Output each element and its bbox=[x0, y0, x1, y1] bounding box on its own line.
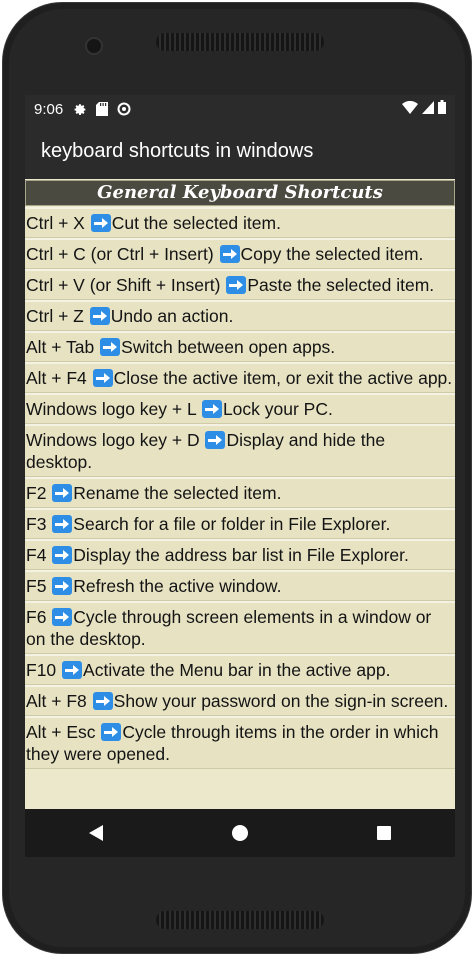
shortcut-row: Alt + Esc Cycle through items in the ord… bbox=[25, 716, 455, 769]
arrow-right-icon bbox=[52, 577, 73, 595]
shortcut-key: Ctrl + V (or Shift + Insert) bbox=[26, 275, 226, 295]
arrow-right-icon bbox=[52, 608, 73, 626]
sync-icon bbox=[117, 102, 131, 116]
shortcut-row: F10 Activate the Menu bar in the active … bbox=[25, 654, 455, 685]
shortcut-key: F5 bbox=[26, 576, 52, 596]
phone-frame: 9:06 keyboard shortcuts in windows Gener… bbox=[2, 2, 472, 954]
shortcut-row: Ctrl + V (or Shift + Insert) Paste the s… bbox=[25, 269, 455, 300]
shortcut-row: Windows logo key + L Lock your PC. bbox=[25, 393, 455, 424]
shortcut-description: Paste the selected item. bbox=[247, 275, 435, 295]
arrow-right-icon bbox=[101, 723, 122, 741]
navigation-bar bbox=[25, 809, 455, 857]
shortcut-description: Close the active item, or exit the activ… bbox=[113, 368, 453, 388]
shortcut-row: Alt + F8 Show your password on the sign-… bbox=[25, 685, 455, 716]
shortcut-key: Windows logo key + L bbox=[26, 399, 201, 419]
shortcut-row: F2 Rename the selected item. bbox=[25, 477, 455, 508]
signal-icon bbox=[422, 100, 434, 118]
shortcut-row: Ctrl + X Cut the selected item. bbox=[25, 207, 455, 238]
shortcut-row: F5 Refresh the active window. bbox=[25, 570, 455, 601]
arrow-right-icon bbox=[62, 661, 83, 679]
screen: 9:06 keyboard shortcuts in windows Gener… bbox=[25, 95, 455, 857]
shortcut-description: Cycle through screen elements in a windo… bbox=[26, 607, 432, 649]
status-right-icons bbox=[402, 100, 446, 118]
bottom-speaker bbox=[156, 911, 324, 929]
top-speaker bbox=[156, 33, 324, 51]
status-bar: 9:06 bbox=[25, 95, 455, 123]
shortcut-key: F4 bbox=[26, 545, 52, 565]
shortcut-row: Windows logo key + D Display and hide th… bbox=[25, 424, 455, 477]
shortcut-key: Ctrl + Z bbox=[26, 306, 89, 326]
shortcut-description: Display the address bar list in File Exp… bbox=[73, 545, 409, 565]
shortcut-key: Alt + F4 bbox=[26, 368, 92, 388]
shortcut-description: Refresh the active window. bbox=[73, 576, 282, 596]
battery-icon bbox=[438, 100, 446, 118]
arrow-right-icon bbox=[52, 515, 73, 533]
arrow-right-icon bbox=[89, 307, 110, 325]
shortcut-key: F2 bbox=[26, 483, 52, 503]
arrow-right-icon bbox=[205, 431, 226, 449]
shortcut-row: F6 Cycle through screen elements in a wi… bbox=[25, 601, 455, 654]
shortcut-row: F3 Search for a file or folder in File E… bbox=[25, 508, 455, 539]
app-bar: keyboard shortcuts in windows bbox=[25, 123, 455, 179]
arrow-right-icon bbox=[219, 245, 240, 263]
shortcut-key: F3 bbox=[26, 514, 52, 534]
arrow-right-icon bbox=[226, 276, 247, 294]
arrow-right-icon bbox=[52, 546, 73, 564]
shortcut-description: Rename the selected item. bbox=[73, 483, 282, 503]
back-icon[interactable] bbox=[89, 825, 104, 841]
section-header: General Keyboard Shortcuts bbox=[25, 180, 455, 206]
wifi-icon bbox=[402, 100, 418, 118]
shortcut-row: Ctrl + C (or Ctrl + Insert) Copy the sel… bbox=[25, 238, 455, 269]
shortcut-key: F10 bbox=[26, 660, 62, 680]
recents-icon[interactable] bbox=[376, 826, 391, 840]
arrow-right-icon bbox=[90, 214, 111, 232]
arrow-right-icon bbox=[52, 484, 73, 502]
shortcut-key: F6 bbox=[26, 607, 52, 627]
home-icon[interactable] bbox=[231, 825, 248, 841]
shortcut-description: Lock your PC. bbox=[222, 399, 333, 419]
front-camera bbox=[85, 37, 103, 55]
shortcut-key: Alt + Tab bbox=[26, 337, 100, 357]
shortcut-row: F4 Display the address bar list in File … bbox=[25, 539, 455, 570]
shortcut-key: Ctrl + C (or Ctrl + Insert) bbox=[26, 244, 219, 264]
arrow-right-icon bbox=[92, 369, 113, 387]
shortcut-key: Windows logo key + D bbox=[26, 430, 205, 450]
shortcut-row: Ctrl + Z Undo an action. bbox=[25, 300, 455, 331]
shortcut-description: Copy the selected item. bbox=[240, 244, 424, 264]
shortcut-key: Alt + Esc bbox=[26, 722, 101, 742]
shortcut-description: Activate the Menu bar in the active app. bbox=[83, 660, 391, 680]
shortcut-row: Alt + Tab Switch between open apps. bbox=[25, 331, 455, 362]
shortcut-description: Undo an action. bbox=[110, 306, 234, 326]
status-time: 9:06 bbox=[34, 100, 64, 118]
shortcut-description: Search for a file or folder in File Expl… bbox=[73, 514, 391, 534]
shortcut-row: Alt + F4 Close the active item, or exit … bbox=[25, 362, 455, 393]
shortcut-description: Cut the selected item. bbox=[111, 213, 281, 233]
shortcut-list[interactable]: General Keyboard Shortcuts Ctrl + X Cut … bbox=[25, 179, 455, 809]
shortcut-key: Alt + F8 bbox=[26, 691, 92, 711]
arrow-right-icon bbox=[201, 400, 222, 418]
shortcut-description: Show your password on the sign-in screen… bbox=[113, 691, 449, 711]
arrow-right-icon bbox=[92, 692, 113, 710]
arrow-right-icon bbox=[100, 338, 121, 356]
shortcut-description: Switch between open apps. bbox=[121, 337, 336, 357]
sd-card-icon bbox=[95, 102, 109, 116]
gear-icon bbox=[73, 102, 87, 116]
shortcut-key: Ctrl + X bbox=[26, 213, 90, 233]
app-title: keyboard shortcuts in windows bbox=[41, 139, 314, 162]
